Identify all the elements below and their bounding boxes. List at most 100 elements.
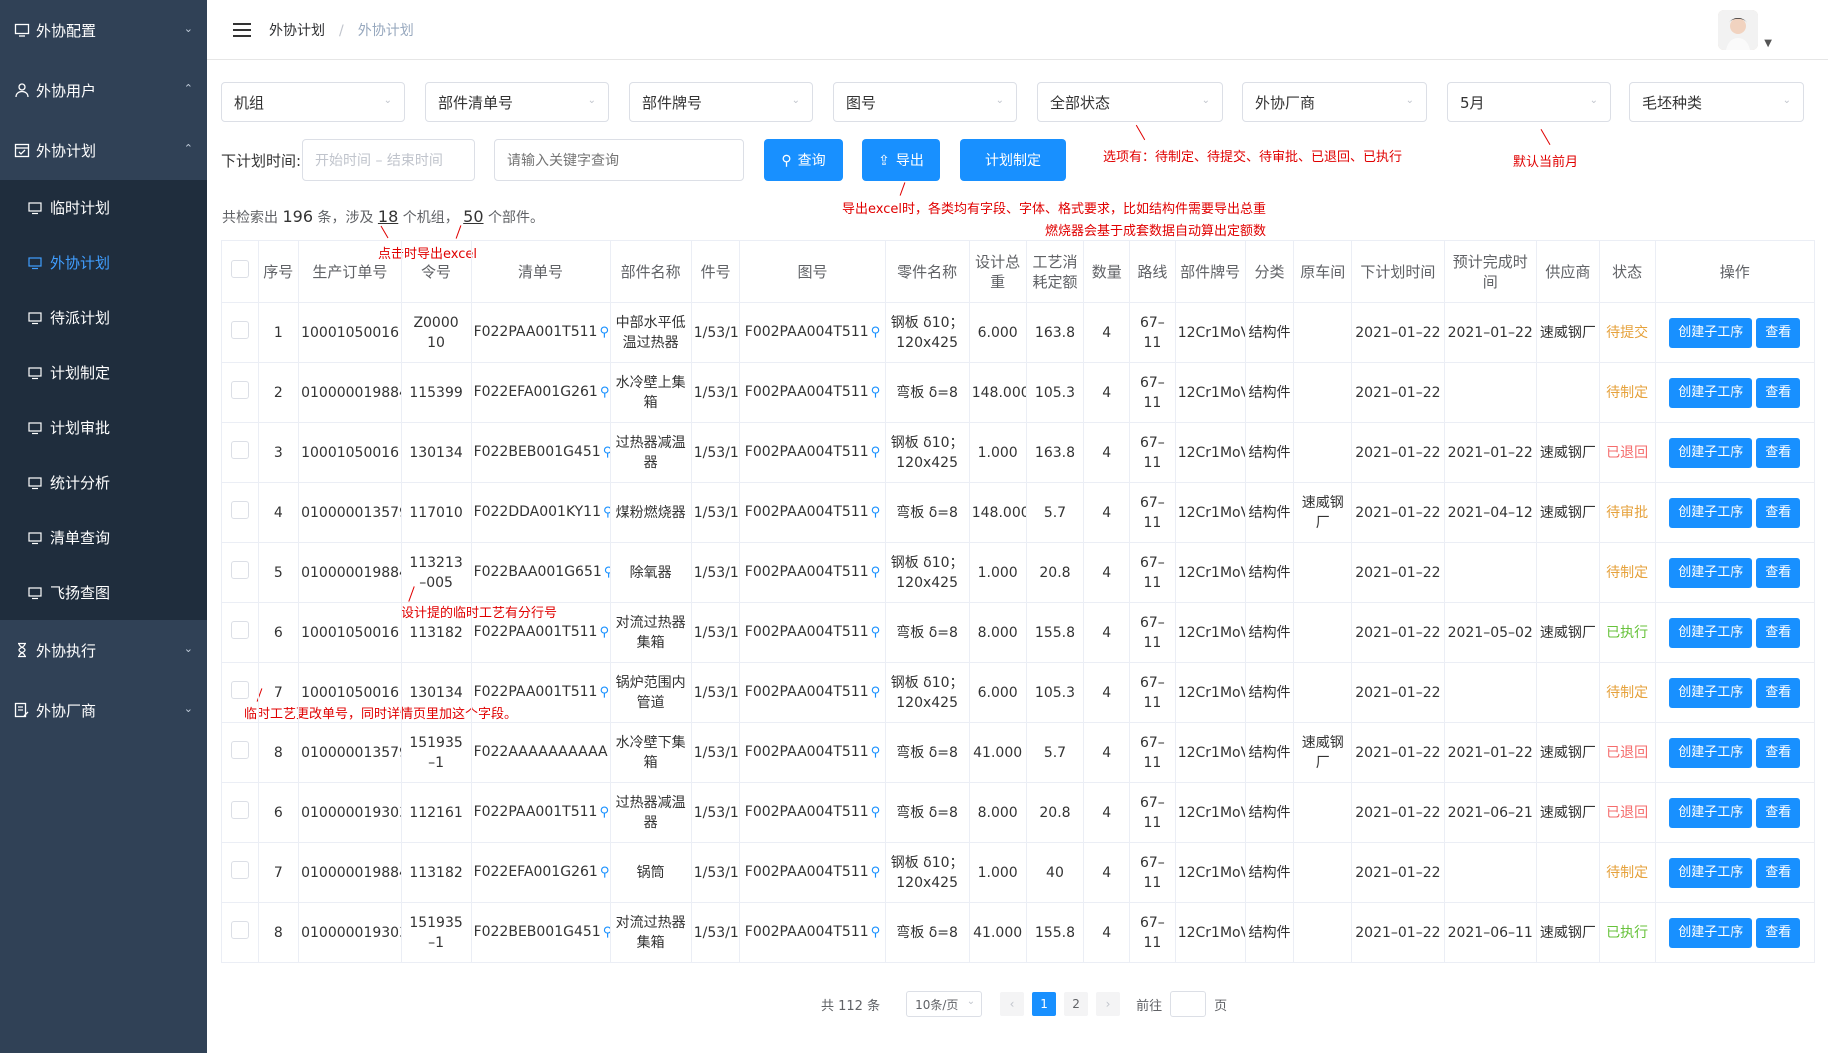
table-row[interactable]: 6 10001050016 113182 F022PAA001T511 ⚲ 对流过热器集箱… bbox=[221, 602, 1816, 663]
row-select-cell[interactable]: 临 bbox=[221, 662, 259, 723]
table-row[interactable]: 子2010000019884115399F022EFA001G261⚲水冷壁上集… bbox=[221, 362, 1816, 423]
search-icon[interactable]: ⚲ bbox=[600, 865, 609, 880]
row-checkbox[interactable] bbox=[230, 920, 249, 939]
search-icon[interactable]: ⚲ bbox=[603, 445, 609, 460]
row-select-cell[interactable] bbox=[221, 482, 259, 543]
search-icon[interactable]: ⚲ bbox=[599, 625, 609, 640]
menu-group-vendor[interactable]: 外协厂商 ⌄ bbox=[0, 680, 207, 740]
summary-parts-link[interactable]: 50 bbox=[463, 207, 483, 226]
row-select-cell[interactable] bbox=[221, 842, 259, 903]
row-select-cell[interactable]: 子 bbox=[221, 362, 259, 423]
search-icon[interactable]: ⚲ bbox=[604, 565, 609, 580]
sidebar-item-pending-plan[interactable]: 待派计划 bbox=[0, 290, 207, 345]
search-icon[interactable]: ⚲ bbox=[871, 685, 881, 700]
create-subprocess-button[interactable]: 创建子工序 bbox=[1669, 917, 1753, 948]
view-button[interactable]: 查看 bbox=[1756, 557, 1801, 588]
search-icon[interactable]: ⚲ bbox=[871, 745, 881, 760]
search-icon[interactable]: ⚲ bbox=[603, 925, 609, 940]
view-button[interactable]: 查看 bbox=[1756, 797, 1801, 828]
search-icon[interactable]: ⚲ bbox=[603, 505, 609, 520]
search-icon[interactable]: ⚲ bbox=[871, 925, 881, 940]
row-checkbox[interactable] bbox=[230, 680, 249, 699]
sidebar-item-outsource-plan[interactable]: 外协计划 bbox=[0, 235, 207, 290]
sidebar-item-plan-make[interactable]: 计划制定 bbox=[0, 345, 207, 400]
vendor-select[interactable]: 外协厂商 ⌄ bbox=[1242, 82, 1427, 122]
table-row[interactable]: 临710001050016130134F022PAA001T511⚲锅炉范围内管… bbox=[221, 662, 1816, 723]
export-button[interactable]: ⇪ 导出 bbox=[862, 139, 940, 181]
summary-units-link[interactable]: 18 bbox=[378, 207, 398, 226]
caret-down-icon[interactable]: ▼ bbox=[1764, 38, 1772, 49]
search-icon[interactable]: ⚲ bbox=[871, 445, 881, 460]
row-checkbox[interactable] bbox=[230, 560, 249, 579]
sidebar-item-drawing-search[interactable]: 飞扬查图 bbox=[0, 565, 207, 620]
search-icon[interactable]: ⚲ bbox=[871, 865, 881, 880]
search-icon[interactable]: ⚲ bbox=[871, 805, 881, 820]
row-checkbox[interactable] bbox=[230, 740, 249, 759]
row-checkbox[interactable] bbox=[230, 500, 249, 519]
search-icon[interactable]: ⚲ bbox=[599, 325, 609, 340]
view-button[interactable]: 查看 bbox=[1756, 677, 1801, 708]
create-subprocess-button[interactable]: 创建子工序 bbox=[1669, 737, 1753, 768]
search-icon[interactable]: ⚲ bbox=[871, 625, 881, 640]
search-icon[interactable]: ⚲ bbox=[871, 505, 881, 520]
blank-type-select[interactable]: 毛坯种类 ⌄ bbox=[1629, 82, 1804, 122]
row-select-cell[interactable] bbox=[221, 602, 259, 663]
row-select-cell[interactable]: 临 bbox=[221, 542, 259, 603]
create-subprocess-button[interactable]: 创建子工序 bbox=[1669, 557, 1753, 588]
create-subprocess-button[interactable]: 创建子工序 bbox=[1669, 617, 1753, 648]
select-all-cell[interactable] bbox=[221, 240, 259, 303]
select-all-checkbox[interactable] bbox=[230, 260, 249, 278]
create-subprocess-button[interactable]: 创建子工序 bbox=[1669, 497, 1753, 528]
drawing-no-select[interactable]: 图号 ⌄ bbox=[833, 82, 1017, 122]
view-button[interactable]: 查看 bbox=[1756, 737, 1801, 768]
table-row[interactable]: 310001050016130134F022BEB001G451⚲过热器减温器1… bbox=[221, 422, 1816, 483]
view-button[interactable]: 查看 bbox=[1756, 317, 1801, 348]
table-row[interactable]: 4010000013579117010F022DDA001KY11⚲煤粉燃烧器1… bbox=[221, 482, 1816, 543]
create-subprocess-button[interactable]: 创建子工序 bbox=[1669, 857, 1753, 888]
table-row[interactable]: 临5010000019884113213 –005F022BAA001G651⚲… bbox=[221, 542, 1816, 603]
row-checkbox[interactable] bbox=[230, 380, 249, 399]
search-icon[interactable]: ⚲ bbox=[871, 385, 881, 400]
search-button[interactable]: ⚲ 查询 bbox=[764, 139, 843, 181]
sidebar-item-list-query[interactable]: 清单查询 bbox=[0, 510, 207, 565]
view-button[interactable]: 查看 bbox=[1756, 617, 1801, 648]
row-select-cell[interactable] bbox=[221, 722, 259, 783]
keyword-search-input[interactable] bbox=[494, 139, 744, 181]
search-icon[interactable]: ⚲ bbox=[599, 685, 609, 700]
hamburger-menu-icon[interactable] bbox=[233, 22, 251, 37]
table-row[interactable]: 6 010000019303 112161 F022PAA001T511 ⚲ 过热器减温器… bbox=[221, 782, 1816, 843]
search-icon[interactable]: ⚲ bbox=[871, 325, 881, 340]
sidebar-item-plan-approve[interactable]: 计划审批 bbox=[0, 400, 207, 455]
plan-make-button[interactable]: 计划制定 bbox=[960, 139, 1066, 181]
row-checkbox[interactable] bbox=[230, 860, 249, 879]
row-select-cell[interactable] bbox=[221, 902, 259, 963]
view-button[interactable]: 查看 bbox=[1756, 497, 1801, 528]
menu-group-plan[interactable]: 外协计划 ⌃ bbox=[0, 120, 207, 180]
menu-group-users[interactable]: 外协用户 ⌃ bbox=[0, 60, 207, 120]
sidebar-item-temp-plan[interactable]: 临时计划 bbox=[0, 180, 207, 235]
date-range-picker[interactable]: 开始时间 – 结束时间 bbox=[302, 139, 475, 181]
view-button[interactable]: 查看 bbox=[1756, 377, 1801, 408]
table-row[interactable]: 8010000013579151935 –1F022AAAAAAAAAA⚲水冷壁… bbox=[221, 722, 1816, 783]
row-select-cell[interactable] bbox=[221, 422, 259, 483]
unit-select[interactable]: 机组 ⌄ bbox=[221, 82, 405, 122]
create-subprocess-button[interactable]: 创建子工序 bbox=[1669, 797, 1753, 828]
search-icon[interactable]: ⚲ bbox=[599, 805, 609, 820]
goto-page-input[interactable] bbox=[1170, 991, 1207, 1017]
row-checkbox[interactable] bbox=[230, 440, 249, 459]
page-button-1[interactable]: 1 bbox=[1032, 992, 1057, 1016]
breadcrumb-item[interactable]: 外协计划 bbox=[269, 23, 325, 39]
part-grade-select[interactable]: 部件牌号 ⌄ bbox=[629, 82, 813, 122]
table-row[interactable]: 1 10001050016 Z0000 10 F022PAA001T511 ⚲ 中部水平低… bbox=[221, 302, 1816, 363]
create-subprocess-button[interactable]: 创建子工序 bbox=[1669, 377, 1753, 408]
view-button[interactable]: 查看 bbox=[1756, 857, 1801, 888]
row-checkbox[interactable] bbox=[230, 620, 249, 639]
search-icon[interactable]: ⚲ bbox=[871, 565, 881, 580]
month-select[interactable]: 5月 ⌄ bbox=[1447, 82, 1611, 122]
avatar[interactable] bbox=[1718, 10, 1758, 50]
prev-page-button[interactable]: ‹ bbox=[1000, 992, 1025, 1016]
create-subprocess-button[interactable]: 创建子工序 bbox=[1669, 317, 1753, 348]
search-icon[interactable]: ⚲ bbox=[600, 385, 609, 400]
status-select[interactable]: 全部状态 ⌄ bbox=[1037, 82, 1223, 122]
page-size-select[interactable]: 10条/页 ⌄ bbox=[906, 991, 983, 1017]
